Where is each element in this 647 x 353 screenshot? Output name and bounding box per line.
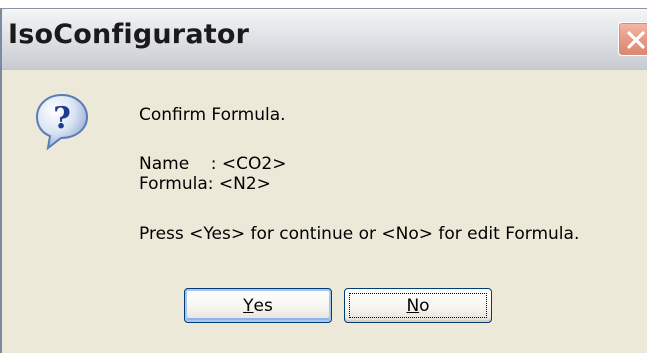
dialog-heading: Confirm Formula. [139, 105, 286, 125]
focus-rectangle [349, 293, 487, 318]
window-title: IsoConfigurator [8, 19, 250, 50]
question-icon: ? [35, 93, 89, 151]
yes-button[interactable]: Yes [184, 288, 332, 323]
name-line: Name : <CO2> [139, 154, 287, 174]
close-button[interactable] [618, 22, 647, 56]
formula-line: Formula: <N2> [139, 174, 271, 194]
no-button[interactable]: No [344, 288, 492, 323]
dialog-body: ? Confirm Formula. Name : <CO2> Formula:… [2, 70, 647, 353]
instruction-text: Press <Yes> for continue or <No> for edi… [139, 224, 580, 244]
dialog-window: IsoConfigurator ? Confirm Formula. Name … [0, 8, 647, 353]
close-icon [627, 31, 645, 49]
title-bar[interactable]: IsoConfigurator [2, 9, 647, 70]
svg-text:?: ? [53, 101, 71, 136]
yes-label-rest: es [253, 295, 273, 316]
yes-mnemonic: Y [243, 295, 254, 316]
